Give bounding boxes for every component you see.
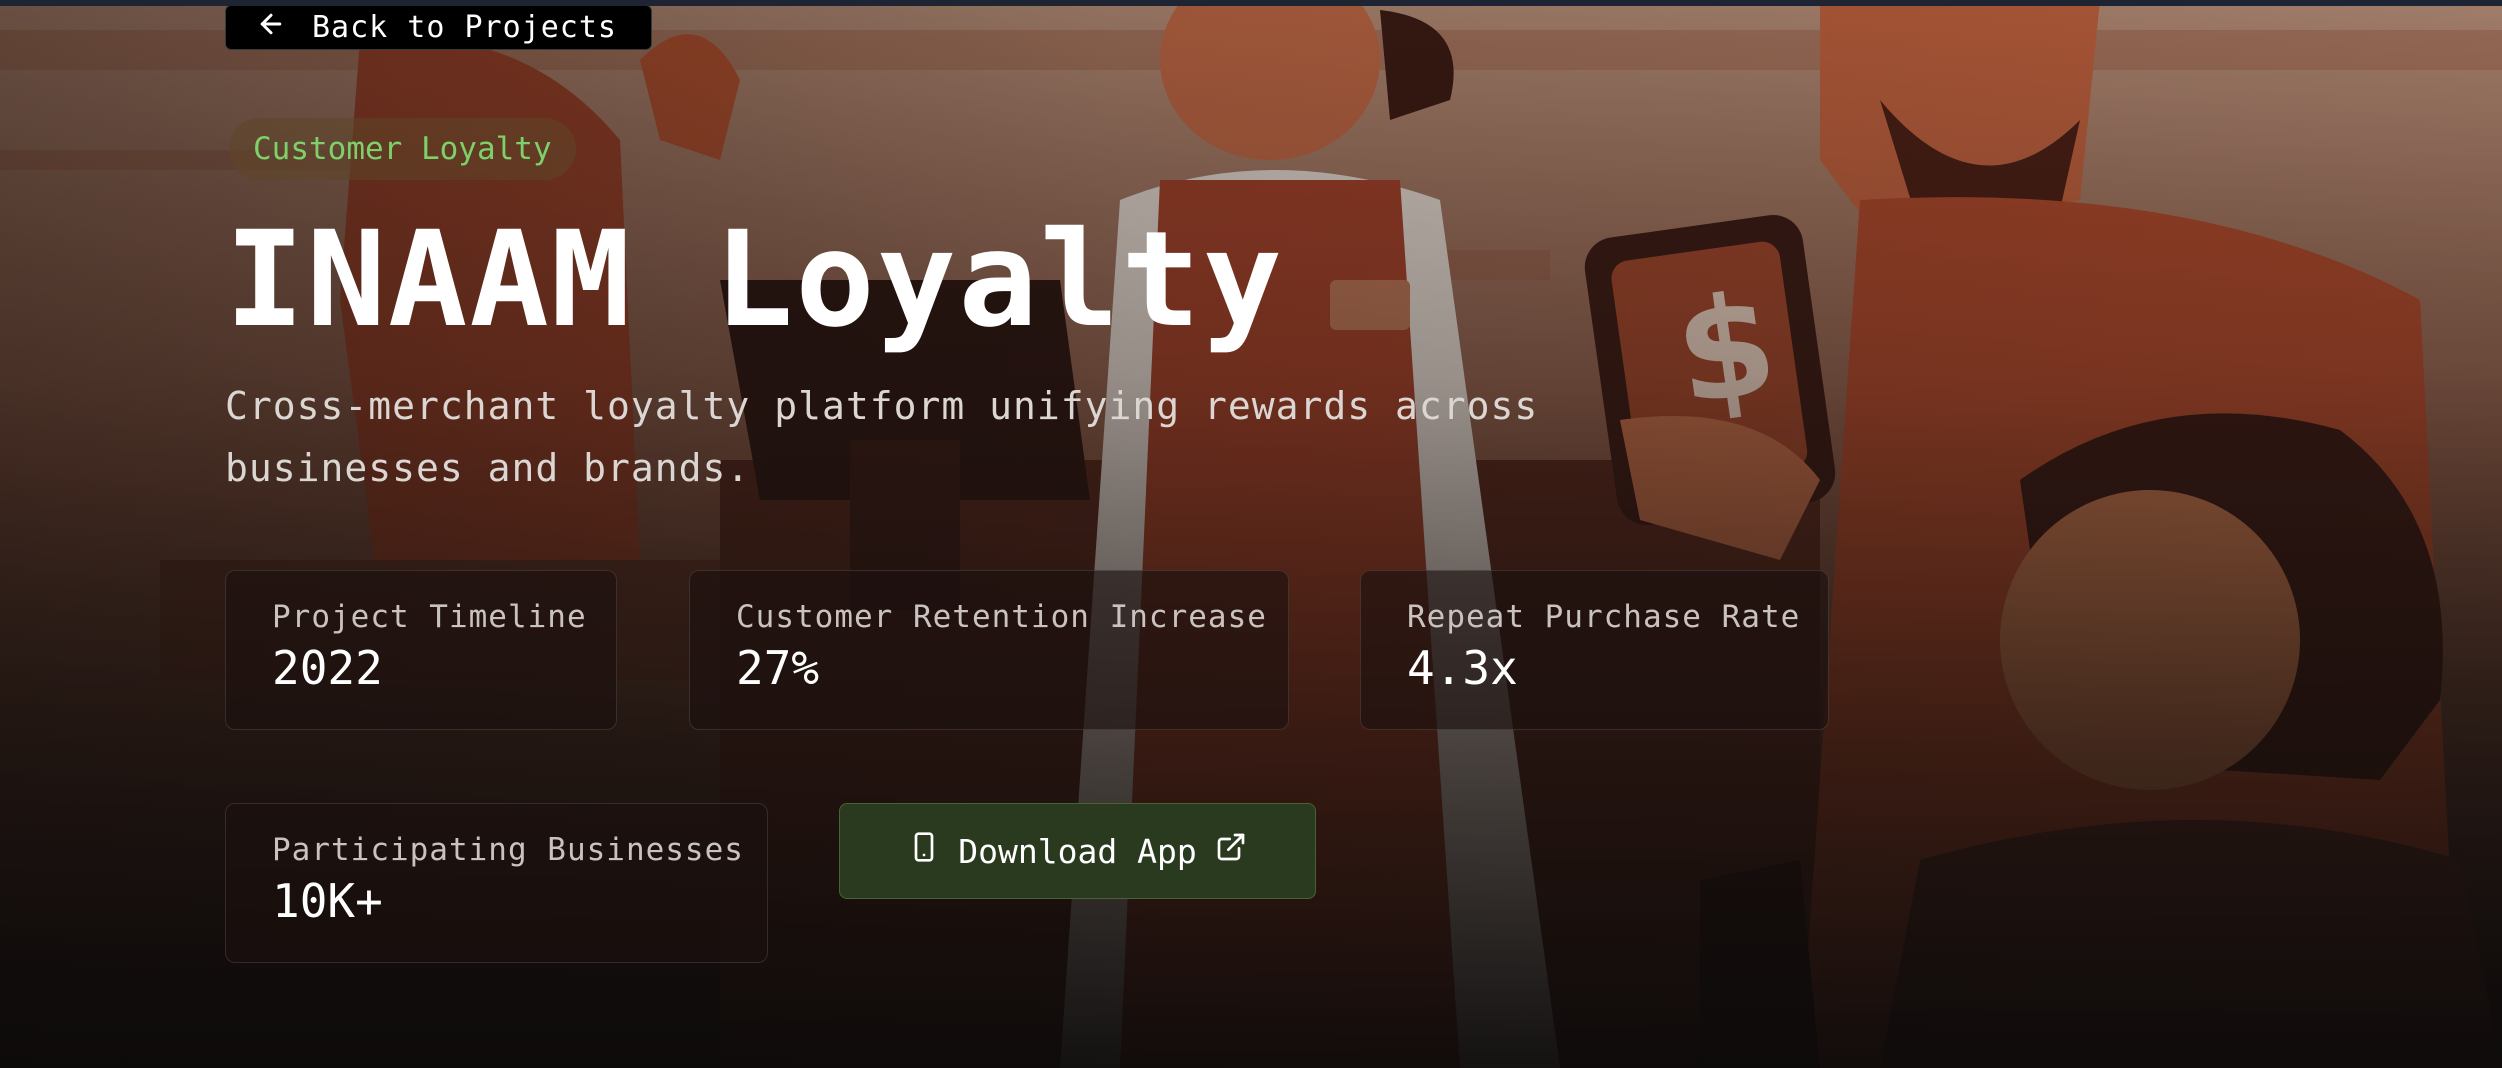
hero-content: Back to Projects Customer Loyalty INAAM … <box>0 0 2502 1068</box>
stat-value: 10K+ <box>272 874 383 928</box>
stat-card-retention: Customer Retention Increase 27% <box>689 570 1289 730</box>
external-link-icon <box>1215 831 1247 871</box>
project-title: INAAM Loyalty <box>225 203 1285 357</box>
project-page: $ Back to Projects Customer Loyalty INAA… <box>0 0 2502 1068</box>
stat-value: 2022 <box>272 641 383 695</box>
stat-card-businesses: Participating Businesses 10K+ <box>225 803 768 963</box>
download-app-button[interactable]: Download App <box>839 803 1316 899</box>
smartphone-icon <box>908 831 940 871</box>
stat-value: 4.3x <box>1407 641 1518 695</box>
stat-label: Participating Businesses <box>272 832 744 868</box>
back-button-label: Back to Projects <box>312 10 617 45</box>
top-border <box>0 0 2502 6</box>
back-to-projects-button[interactable]: Back to Projects <box>225 5 652 50</box>
stat-value: 27% <box>736 641 820 695</box>
stat-label: Repeat Purchase Rate <box>1407 599 1801 635</box>
download-button-label: Download App <box>958 831 1197 871</box>
arrow-left-icon <box>256 9 286 47</box>
stat-card-timeline: Project Timeline 2022 <box>225 570 617 730</box>
stat-label: Customer Retention Increase <box>736 599 1267 635</box>
stat-label: Project Timeline <box>272 599 587 635</box>
stat-card-repeat-purchase: Repeat Purchase Rate 4.3x <box>1360 570 1829 730</box>
category-tag: Customer Loyalty <box>229 118 576 180</box>
project-subtitle: Cross-merchant loyalty platform unifying… <box>225 384 1539 490</box>
